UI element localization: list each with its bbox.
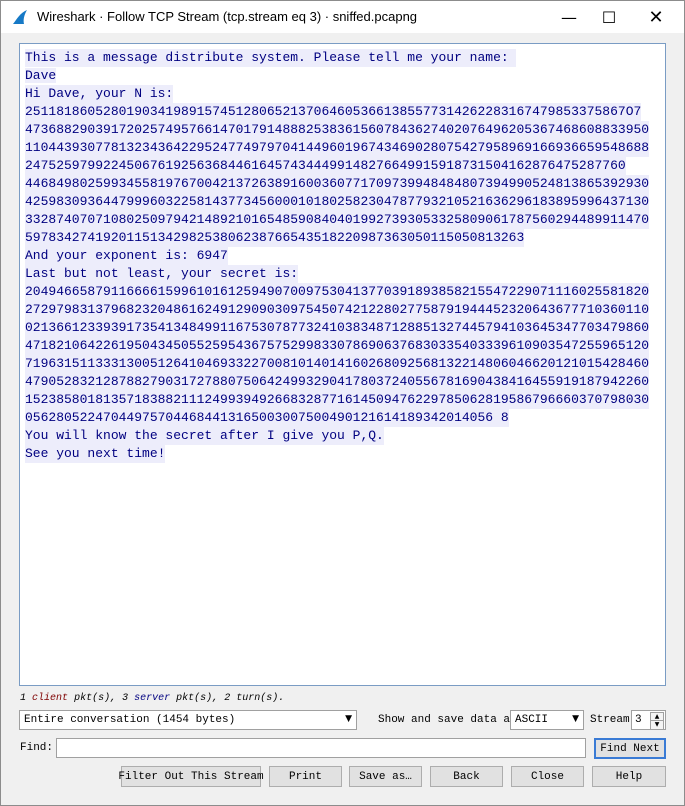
server-line: Last but not least, your secret is: [25, 265, 661, 283]
server-line: 1523858018135718388211124993949266832877… [25, 391, 661, 409]
server-line: 0562805224704497570446844131650030075004… [25, 409, 661, 427]
stream-text: Last but not least, your secret is: [25, 265, 299, 283]
server-line: 4736882903917202574957661470179148882538… [25, 121, 661, 139]
conversation-value: Entire conversation (1454 bytes) [24, 714, 236, 726]
client-word: client [32, 693, 69, 704]
maximize-icon[interactable]: ☐ [586, 1, 632, 33]
stream-text: See you next time! [25, 445, 166, 463]
client-line: Dave [25, 67, 661, 85]
stream-text: 3328740707108025097942148921016548590840… [25, 211, 650, 229]
server-line: This is a message distribute system. Ple… [25, 49, 661, 67]
conversation-select[interactable]: Entire conversation (1454 bytes) ▼ [19, 710, 357, 730]
stream-text: 4259830936447999603225814377345600010180… [25, 193, 650, 211]
server-line: 5978342741920115134298253806238766543518… [25, 229, 661, 247]
stream-text: 2511818605280190341989157451280652137064… [25, 103, 642, 121]
close-icon[interactable]: ✕ [633, 1, 679, 33]
stream-text: 4718210642261950434505525954367575299833… [25, 337, 650, 355]
find-label: Find: [20, 742, 54, 754]
wireshark-fin-icon [13, 10, 27, 24]
spin-down-icon[interactable]: ▼ [650, 720, 664, 730]
stream-text: Hi Dave, your N is: [25, 85, 174, 103]
server-line: 2729798313796823204861624912909030975450… [25, 301, 661, 319]
stream-text: 2475259799224506761925636844616457434449… [25, 157, 626, 175]
show-save-label: Show and save data as [378, 714, 517, 726]
format-value: ASCII [515, 714, 549, 726]
stream-text: 7196315113331300512641046933227008101401… [25, 355, 650, 373]
server-line: 1104439307781323436422952477497970414496… [25, 139, 661, 157]
stream-label: Stream [590, 714, 630, 726]
stream-text-area[interactable]: This is a message distribute system. Ple… [19, 43, 666, 686]
back-button[interactable]: Back [430, 766, 503, 787]
chevron-down-icon: ▼ [345, 714, 352, 724]
print-button[interactable]: Print [269, 766, 342, 787]
stream-content: This is a message distribute system. Ple… [25, 49, 661, 463]
chevron-down-icon: ▼ [572, 714, 579, 724]
filter-out-stream-button[interactable]: Filter Out This Stream [118, 766, 264, 787]
stream-text: This is a message distribute system. Ple… [25, 49, 517, 67]
server-count: 3 [122, 693, 129, 704]
server-line: 3328740707108025097942148921016548590840… [25, 211, 661, 229]
format-select[interactable]: ASCII ▼ [510, 710, 584, 730]
window-title: Wireshark · Follow TCP Stream (tcp.strea… [37, 9, 418, 24]
stream-text: 2729798313796823204861624912909030975450… [25, 301, 650, 319]
server-line: See you next time! [25, 445, 661, 463]
turn-count: 2 turn(s). [224, 693, 285, 704]
server-line: You will know the secret after I give yo… [25, 427, 661, 445]
find-next-button[interactable]: Find Next [594, 738, 666, 759]
server-line: 0213661233939173541348499116753078773241… [25, 319, 661, 337]
server-line: 4718210642261950434505525954367575299833… [25, 337, 661, 355]
stream-text: Dave [25, 68, 57, 83]
client-count: 1 [20, 693, 27, 704]
stream-text: 0213661233939173541348499116753078773241… [25, 319, 650, 337]
server-line: 2511818605280190341989157451280652137064… [25, 103, 661, 121]
find-input[interactable] [56, 738, 586, 758]
stream-text: 5978342741920115134298253806238766543518… [25, 229, 525, 247]
packet-stats: 1 client pkt(s), 3 server pkt(s), 2 turn… [20, 693, 284, 704]
pkt-label: pkt(s), [74, 693, 117, 704]
stream-text: 2049466587911666615996101612594907009753… [25, 283, 650, 301]
follow-tcp-stream-window: Wireshark · Follow TCP Stream (tcp.strea… [0, 0, 685, 806]
server-word: server [134, 693, 171, 704]
server-line: Hi Dave, your N is: [25, 85, 661, 103]
stream-number-value: 3 [635, 714, 642, 726]
server-line: 2475259799224506761925636844616457434449… [25, 157, 661, 175]
server-line: 2049466587911666615996101612594907009753… [25, 283, 661, 301]
title-bar[interactable]: Wireshark · Follow TCP Stream (tcp.strea… [1, 1, 684, 33]
stream-text: 0562805224704497570446844131650030075004… [25, 409, 509, 427]
server-line: 4259830936447999603225814377345600010180… [25, 193, 661, 211]
server-line: 4790528321287882790317278807506424993290… [25, 373, 661, 391]
stream-text: 1523858018135718388211124993949266832877… [25, 391, 650, 409]
stream-text: 4790528321287882790317278807506424993290… [25, 373, 650, 391]
stream-text: 4736882903917202574957661470179148882538… [25, 121, 650, 139]
server-line: 4468498025993455819767004213726389160036… [25, 175, 661, 193]
close-button[interactable]: Close [511, 766, 584, 787]
help-button[interactable]: Help [592, 766, 666, 787]
pkt-label: pkt(s), [176, 693, 219, 704]
server-line: And your exponent is: 6947 [25, 247, 661, 265]
save-as-button[interactable]: Save as… [349, 766, 422, 787]
stream-number-spinbox[interactable]: 3 ▲ ▼ [631, 710, 666, 730]
stream-text: 4468498025993455819767004213726389160036… [25, 175, 650, 193]
stream-text: 1104439307781323436422952477497970414496… [25, 139, 650, 157]
stream-text: You will know the secret after I give yo… [25, 427, 384, 445]
server-line: 7196315113331300512641046933227008101401… [25, 355, 661, 373]
stream-text: And your exponent is: 6947 [25, 247, 228, 265]
